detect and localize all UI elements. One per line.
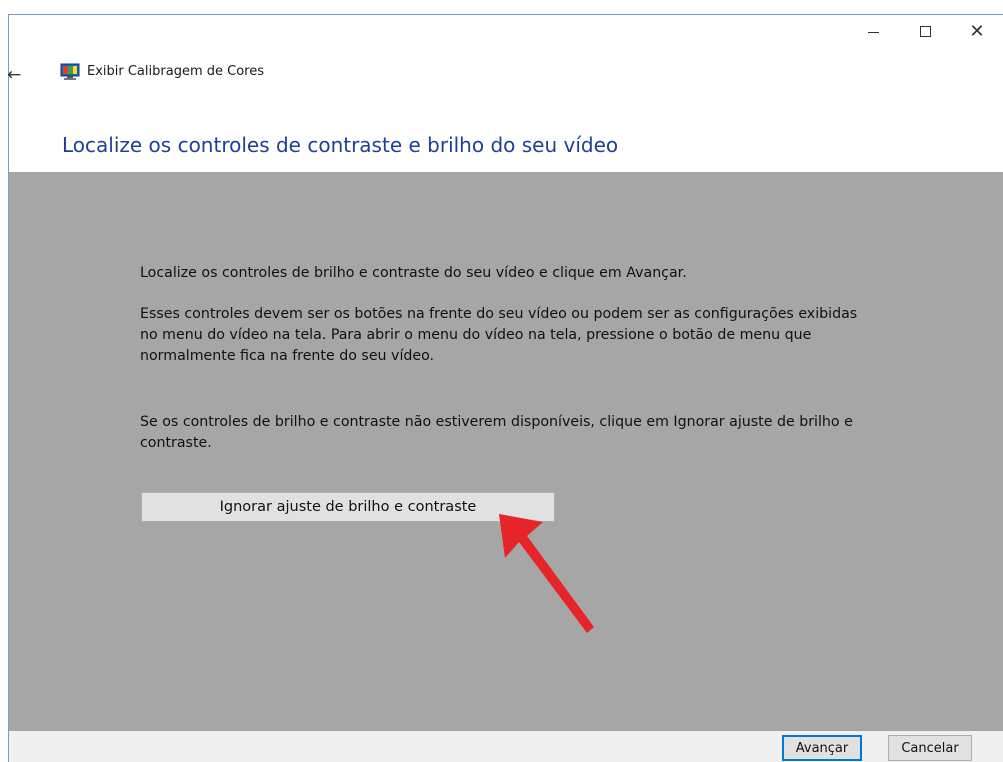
cancel-button[interactable]: Cancelar: [888, 735, 972, 761]
page-title: Localize os controles de contraste e bri…: [62, 133, 619, 157]
skip-hint-paragraph: Se os controles de brilho e contraste nã…: [140, 414, 853, 451]
calibration-window: ✕ ← Exibir Calibragem de Cores Localize …: [7, 14, 1003, 762]
close-icon: ✕: [969, 20, 985, 42]
window-title: Exibir Calibragem de Cores: [87, 64, 264, 79]
maximize-button[interactable]: [899, 15, 951, 47]
close-button[interactable]: ✕: [951, 15, 1003, 47]
content-panel: Localize os controles de brilho e contra…: [9, 172, 1003, 731]
monitor-icon: [60, 63, 80, 80]
explanation-paragraph: Esses controles devem ser os botões na f…: [140, 306, 858, 364]
window-controls: ✕: [847, 15, 1003, 47]
minimize-button[interactable]: [847, 15, 899, 47]
instruction-paragraph: Localize os controles de brilho e contra…: [140, 265, 687, 281]
maximize-icon: [919, 25, 931, 37]
minimize-icon: [867, 31, 879, 33]
annotation-arrow-icon: [499, 514, 594, 633]
next-button[interactable]: Avançar: [782, 735, 862, 761]
back-arrow-icon[interactable]: ←: [7, 65, 31, 85]
wizard-footer: Avançar Cancelar: [9, 731, 1003, 762]
